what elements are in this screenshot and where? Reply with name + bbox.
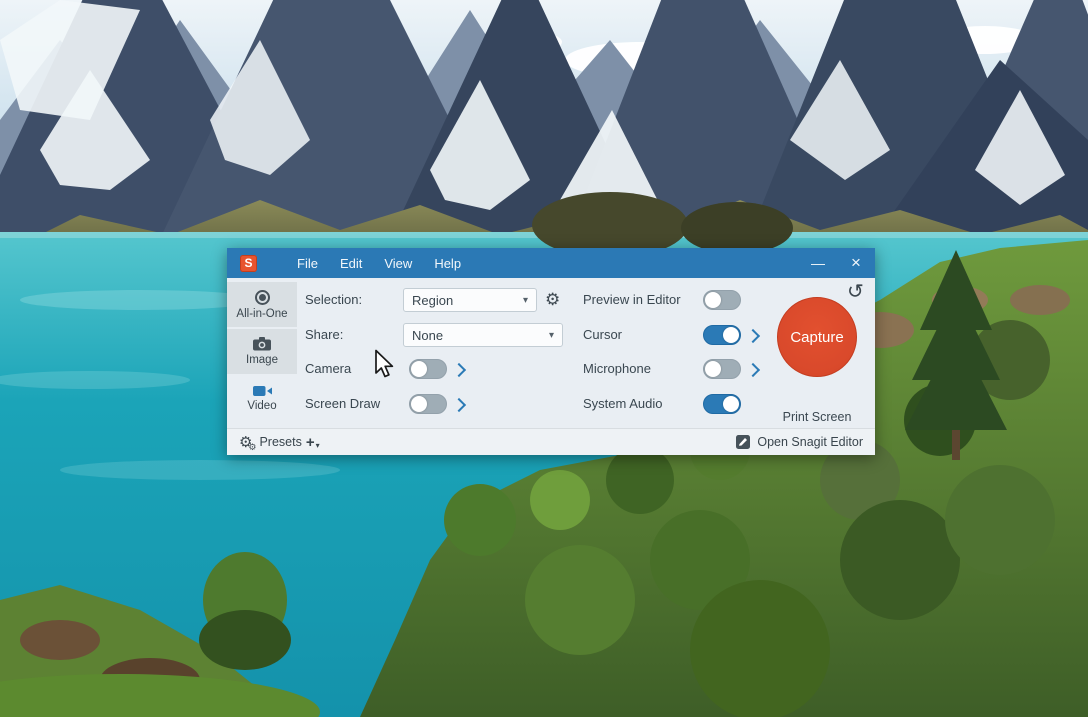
- open-editor-icon: [736, 435, 750, 449]
- menu-help[interactable]: Help: [423, 256, 472, 271]
- capture-hotkey-label: Print Screen: [757, 410, 877, 424]
- capture-button-label: Capture: [790, 329, 843, 346]
- capture-button[interactable]: Capture: [777, 297, 857, 377]
- preview-in-editor-label: Preview in Editor: [583, 288, 681, 312]
- video-camera-icon: [253, 385, 272, 397]
- desktop: S File Edit View Help — × All-in-One: [0, 0, 1088, 717]
- camera-icon: [253, 337, 271, 351]
- microphone-label: Microphone: [583, 357, 651, 381]
- presets-small-gear-icon: ⚙: [248, 444, 256, 453]
- cursor-toggle[interactable]: [703, 325, 741, 345]
- share-dropdown[interactable]: None ▾: [403, 323, 563, 347]
- share-value: None: [412, 328, 543, 343]
- tab-image[interactable]: Image: [227, 329, 297, 374]
- snagit-capture-window: S File Edit View Help — × All-in-One: [227, 248, 875, 455]
- screen-draw-label: Screen Draw: [305, 392, 380, 416]
- plus-icon: +: [306, 435, 315, 450]
- selection-dropdown[interactable]: Region ▾: [403, 288, 537, 312]
- presets-button[interactable]: ⚙ ⚙ Presets: [239, 435, 302, 450]
- presets-label: Presets: [259, 435, 301, 449]
- snagit-logo-icon: S: [240, 255, 257, 272]
- menu-bar: File Edit View Help: [286, 256, 472, 271]
- cursor-label: Cursor: [583, 323, 622, 347]
- presets-bar: ⚙ ⚙ Presets + ▾ Open Snagit Editor: [227, 428, 875, 455]
- tab-video[interactable]: Video: [227, 376, 297, 421]
- caret-down-icon: ▾: [523, 295, 528, 306]
- camera-options-chevron-icon[interactable]: [452, 363, 466, 377]
- tab-all-in-one[interactable]: All-in-One: [227, 282, 297, 327]
- reset-undo-icon[interactable]: ↺: [847, 279, 864, 303]
- add-preset-button[interactable]: + ▾: [306, 435, 320, 450]
- mouse-cursor: [374, 349, 396, 379]
- tab-all-in-one-label: All-in-One: [236, 308, 287, 320]
- camera-toggle[interactable]: [409, 359, 447, 379]
- open-snagit-editor-button[interactable]: Open Snagit Editor: [736, 435, 863, 449]
- logo-letter: S: [244, 256, 252, 270]
- system-audio-toggle[interactable]: [703, 394, 741, 414]
- tab-image-label: Image: [246, 354, 278, 366]
- caret-down-icon: ▾: [549, 330, 554, 341]
- camera-label: Camera: [305, 357, 351, 381]
- preview-in-editor-toggle[interactable]: [703, 290, 741, 310]
- screen-draw-toggle[interactable]: [409, 394, 447, 414]
- window-controls: — ×: [799, 248, 875, 278]
- share-label: Share:: [305, 323, 343, 347]
- tab-video-label: Video: [247, 400, 276, 412]
- selection-label: Selection:: [305, 288, 362, 312]
- menu-edit[interactable]: Edit: [329, 256, 373, 271]
- microphone-toggle[interactable]: [703, 359, 741, 379]
- menu-file[interactable]: File: [286, 256, 329, 271]
- caret-down-icon: ▾: [316, 441, 320, 450]
- close-button[interactable]: ×: [837, 248, 875, 278]
- record-circle-icon: [255, 290, 270, 305]
- window-body: All-in-One Image Video: [227, 278, 875, 428]
- microphone-options-chevron-icon[interactable]: [746, 363, 760, 377]
- selection-settings-gear-icon[interactable]: ⚙: [545, 288, 560, 312]
- presets-gear-icon: ⚙ ⚙: [239, 435, 252, 450]
- screen-draw-options-chevron-icon[interactable]: [452, 398, 466, 412]
- titlebar[interactable]: S File Edit View Help — ×: [227, 248, 875, 278]
- open-editor-label: Open Snagit Editor: [757, 435, 863, 449]
- capture-mode-tabs: All-in-One Image Video: [227, 278, 297, 428]
- cursor-options-chevron-icon[interactable]: [746, 329, 760, 343]
- minimize-button[interactable]: —: [799, 248, 837, 278]
- menu-view[interactable]: View: [373, 256, 423, 271]
- selection-value: Region: [412, 293, 517, 308]
- system-audio-label: System Audio: [583, 392, 663, 416]
